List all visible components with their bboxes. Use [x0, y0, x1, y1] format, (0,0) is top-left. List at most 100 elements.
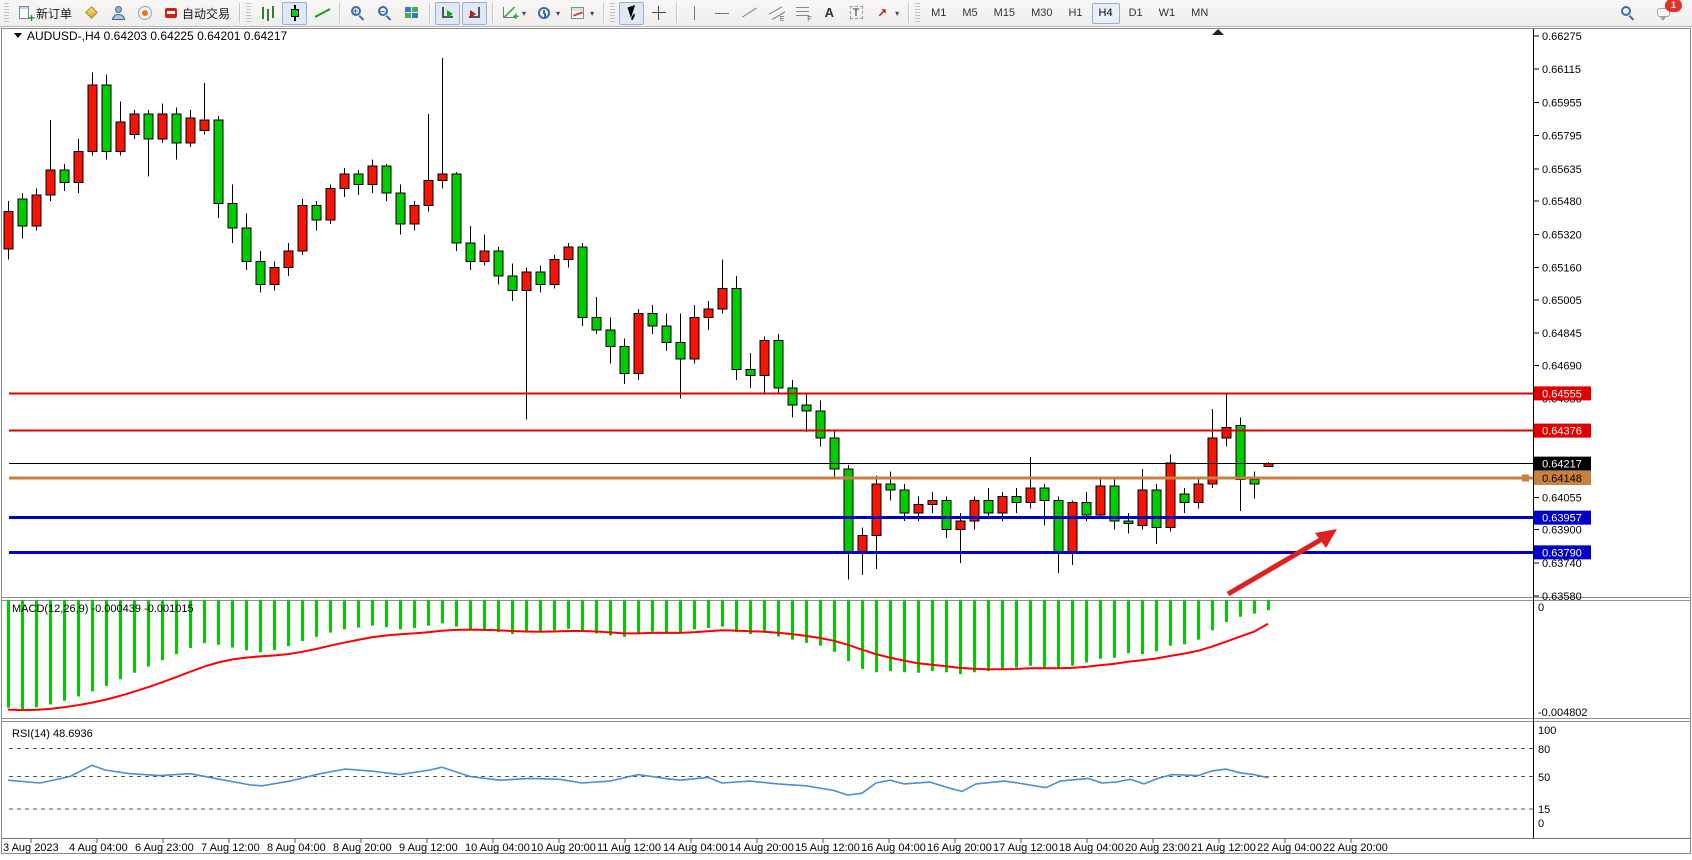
- new-order-button[interactable]: 新订单: [13, 2, 76, 25]
- candlestick-icon: [287, 5, 303, 21]
- text-button[interactable]: [817, 2, 842, 25]
- candle-up: [998, 496, 1007, 513]
- auto-scroll-icon: [440, 5, 456, 21]
- toolbar-grip[interactable]: [610, 3, 615, 23]
- auto-scroll-button[interactable]: [435, 2, 460, 25]
- crosshair-button[interactable]: [646, 2, 671, 25]
- time-axis-label: 22 Aug 20:00: [1323, 842, 1388, 854]
- timeframe-d1-button[interactable]: D1: [1122, 3, 1150, 24]
- chart-canvas[interactable]: 0.662750.661150.659550.657950.656350.654…: [0, 27, 1692, 855]
- separator: [239, 3, 240, 23]
- crystal-icon: [83, 5, 99, 21]
- candle-up: [956, 521, 965, 529]
- candle-down: [312, 205, 321, 220]
- line-chart-button[interactable]: [309, 2, 334, 25]
- candle-up: [88, 85, 97, 151]
- toolbar-grip[interactable]: [246, 3, 251, 23]
- trendline-button[interactable]: [736, 2, 761, 25]
- candle-up: [1138, 490, 1147, 525]
- timeframe-m30-button[interactable]: M30: [1024, 3, 1059, 24]
- timeframe-h1-button[interactable]: H1: [1061, 3, 1089, 24]
- price-tick-label: 0.65635: [1542, 164, 1582, 176]
- toolbar-grip[interactable]: [4, 3, 9, 23]
- price-tick-label: 0.65320: [1542, 229, 1582, 241]
- rsi-level-100: 100: [1538, 725, 1556, 737]
- notification-badge: 1: [1665, 0, 1682, 12]
- templates-button[interactable]: ▾: [566, 2, 598, 25]
- zoom-out-button[interactable]: [372, 2, 397, 25]
- cursor-button[interactable]: [619, 2, 644, 25]
- candle-down: [1250, 480, 1259, 484]
- chart-window: 0.662750.661150.659550.657950.656350.654…: [0, 27, 1692, 855]
- candle-down: [1152, 490, 1161, 527]
- candle-down: [466, 243, 475, 262]
- separator: [492, 3, 493, 23]
- candle-up: [46, 170, 55, 195]
- time-axis-label: 3 Aug 2023: [3, 842, 59, 854]
- price-badge-label: 0.64555: [1542, 388, 1582, 400]
- candle-down: [1082, 502, 1091, 514]
- cursor-icon: [624, 5, 640, 21]
- rsi-level-15: 15: [1538, 804, 1550, 816]
- candlestick-chart-button[interactable]: [282, 2, 307, 25]
- autotrading-button[interactable]: 自动交易: [159, 2, 234, 25]
- candle-up: [326, 189, 335, 220]
- timeframe-m5-button[interactable]: M5: [955, 3, 984, 24]
- signal-icon: [137, 5, 153, 21]
- vertical-line-button[interactable]: [682, 2, 707, 25]
- timeframe-h4-button[interactable]: H4: [1092, 3, 1120, 24]
- candle-down: [242, 228, 251, 261]
- clock-icon: [536, 5, 552, 21]
- candle-down: [228, 203, 237, 228]
- time-axis-label: 21 Aug 12:00: [1191, 842, 1256, 854]
- bar-chart-button[interactable]: [255, 2, 280, 25]
- fibonacci-button[interactable]: [790, 2, 815, 25]
- autotrading-icon: [163, 5, 179, 21]
- time-axis-label: 20 Aug 23:00: [1125, 842, 1190, 854]
- arrows-button[interactable]: ▾: [871, 2, 903, 25]
- notifications-button[interactable]: 1: [1652, 2, 1677, 25]
- candle-down: [1124, 521, 1133, 523]
- time-axis-label: 15 Aug 12:00: [795, 842, 860, 854]
- chevron-down-icon: ▾: [556, 9, 560, 18]
- zoom-in-button[interactable]: [345, 2, 370, 25]
- candle-up: [1096, 486, 1105, 515]
- candle-down: [900, 490, 909, 513]
- line-handle[interactable]: [1522, 474, 1529, 481]
- price-tick-label: 0.66115: [1542, 64, 1581, 76]
- time-axis-label: 8 Aug 20:00: [333, 842, 392, 854]
- profile-button[interactable]: [105, 2, 130, 25]
- candle-up: [186, 118, 195, 143]
- indicators-button[interactable]: ▾: [498, 2, 530, 25]
- signals-button[interactable]: [132, 2, 157, 25]
- search-button[interactable]: [1615, 2, 1640, 25]
- chart-shift-icon: [467, 5, 483, 21]
- line-chart-icon: [314, 5, 330, 21]
- zoom-out-icon: [377, 5, 393, 21]
- time-axis-label: 18 Aug 04:00: [1059, 842, 1124, 854]
- new-order-icon: [17, 5, 33, 21]
- toolbar: 新订单 自动交易 ▾ ▾ ▾ ▾ M1 M5 M15 M30 H1 H4 D1 …: [0, 0, 1692, 27]
- candle-up: [368, 166, 377, 185]
- candle-down: [1054, 500, 1063, 552]
- time-axis-label: 14 Aug 20:00: [729, 842, 794, 854]
- text-label-button[interactable]: [844, 2, 869, 25]
- time-axis-label: 6 Aug 23:00: [135, 842, 194, 854]
- candle-up: [74, 151, 83, 182]
- chart-shift-button[interactable]: [462, 2, 487, 25]
- tile-windows-button[interactable]: [399, 2, 424, 25]
- horizontal-line-button[interactable]: [709, 2, 734, 25]
- market-watch-button[interactable]: [78, 2, 103, 25]
- timeframe-mn-button[interactable]: MN: [1184, 3, 1215, 24]
- channel-button[interactable]: [763, 2, 788, 25]
- timeframe-m15-button[interactable]: M15: [987, 3, 1022, 24]
- chevron-down-icon: ▾: [522, 9, 526, 18]
- candle-down: [382, 166, 391, 193]
- periods-button[interactable]: ▾: [532, 2, 564, 25]
- vertical-line-icon: [687, 5, 703, 21]
- time-axis-label: 10 Aug 20:00: [531, 842, 596, 854]
- timeframe-w1-button[interactable]: W1: [1152, 3, 1183, 24]
- timeframe-m1-button[interactable]: M1: [924, 3, 953, 24]
- toolbar-grip[interactable]: [915, 3, 920, 23]
- candle-down: [1236, 426, 1245, 480]
